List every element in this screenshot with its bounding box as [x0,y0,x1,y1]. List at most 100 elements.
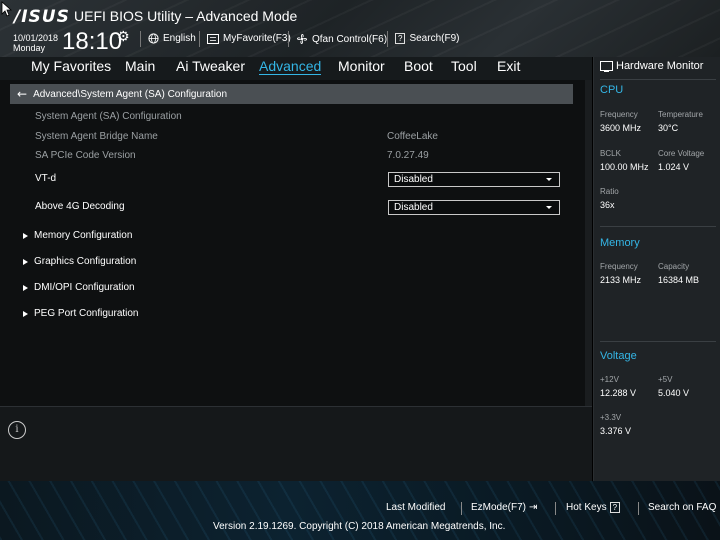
info-label: SA PCIe Code Version [35,150,136,161]
memory-capacity-value: 16384 MB [658,275,700,285]
main-menu-bar: My Favorites Main Ai Tweaker Advanced Mo… [0,57,592,81]
info-label: System Agent Bridge Name [35,131,158,142]
tab-advanced[interactable]: Advanced [259,58,322,75]
header-divider [288,31,289,47]
memory-frequency-label: Frequency [600,262,638,271]
submenu-arrow-icon [23,258,28,265]
title-bar: /ISUS UEFI BIOS Utility – Advanced Mode … [0,0,720,57]
core-voltage-value: 1.024 V [658,162,690,172]
qfan-control-button[interactable]: Qfan Control(F6) [296,33,387,45]
favorite-icon [207,33,219,44]
core-voltage-label: Core Voltage [658,149,705,158]
ratio-value: 36x [600,200,615,210]
v33-value: 3.376 V [600,426,632,436]
gear-icon[interactable]: ⚙ [117,29,130,45]
submenu-label: DMI/OPI Configuration [34,282,135,293]
cpu-heading: CPU [600,84,624,96]
header-divider [387,31,388,47]
app-title: UEFI BIOS Utility – Advanced Mode [74,8,298,24]
hotkeys-button[interactable]: Hot Keys ? [566,502,621,513]
monitor-icon [600,61,613,72]
submenu-label: Memory Configuration [34,230,133,241]
bclk-value: 100.00 MHz [600,162,649,172]
language-button[interactable]: English [148,33,196,44]
submenu-arrow-icon [23,284,28,291]
globe-icon [148,33,159,44]
search-help-icon: ? [395,33,406,44]
qfan-label: Qfan Control(F6) [312,33,388,45]
help-key-icon: ? [609,502,621,513]
fan-icon [297,34,307,44]
hardware-monitor-panel: Hardware Monitor CPU Frequency Temperatu… [593,57,720,481]
divider [600,79,716,80]
v12-label: +12V [600,375,619,384]
hardware-monitor-label: Hardware Monitor [616,60,704,72]
cpu-frequency-value: 3600 MHz [600,123,642,133]
header-divider [199,31,200,47]
divider [600,341,716,342]
footer-divider [555,502,556,515]
tab-exit[interactable]: Exit [497,58,520,74]
submenu-label: Graphics Configuration [34,256,137,267]
exit-arrow-icon: ⇥ [529,502,538,513]
divider [600,226,716,227]
footer-bar: Last Modified EzMode(F7) ⇥ Hot Keys ? Se… [0,481,720,540]
cpu-temperature-value: 30°C [658,123,679,133]
above-4g-label: Above 4G Decoding [35,201,125,212]
search-button[interactable]: ? Search(F9) [395,33,459,44]
footer-divider [461,502,462,515]
memory-frequency-value: 2133 MHz [600,275,642,285]
memory-capacity-label: Capacity [658,262,690,271]
section-title: System Agent (SA) Configuration [35,111,182,122]
info-icon: i [8,421,26,439]
asus-logo: /ISUS [14,7,70,27]
copyright-text: Version 2.19.1269. Copyright (C) 2018 Am… [213,521,506,532]
bclk-label: BCLK [600,149,621,158]
help-panel: i [0,406,592,482]
submenu-label: PEG Port Configuration [34,308,139,319]
v5-value: 5.040 V [658,388,690,398]
search-label: Search(F9) [409,33,460,44]
clock: 18:10 [62,28,123,55]
myfavorite-button[interactable]: MyFavorite(F3) [207,33,291,44]
submenu-arrow-icon [23,310,28,317]
last-modified-button[interactable]: Last Modified [386,502,445,513]
memory-heading: Memory [600,237,640,249]
voltage-heading: Voltage [600,350,637,362]
search-faq-button[interactable]: Search on FAQ [648,502,716,513]
vtd-label: VT-d [35,173,57,184]
footer-divider [638,502,639,515]
submenu-memory-configuration[interactable]: Memory Configuration [23,230,132,241]
breadcrumb[interactable]: ← Advanced\System Agent (SA) Configurati… [10,84,573,104]
cpu-frequency-label: Frequency [600,110,638,119]
tab-my-favorites[interactable]: My Favorites [31,58,111,74]
ezmode-button[interactable]: EzMode(F7) ⇥ [471,502,537,513]
vtd-value: Disabled [394,174,433,185]
info-value: CoffeeLake [387,131,438,142]
submenu-peg-port-configuration[interactable]: PEG Port Configuration [23,308,139,319]
submenu-arrow-icon [23,232,28,239]
tab-ai-tweaker[interactable]: Ai Tweaker [176,58,245,74]
v33-label: +3.3V [600,413,622,422]
tab-boot[interactable]: Boot [404,58,433,74]
ezmode-label: EzMode(F7) [471,502,527,513]
hotkeys-label: Hot Keys [566,502,607,513]
breadcrumb-path: Advanced\System Agent (SA) Configuration [33,88,228,100]
tab-main[interactable]: Main [125,58,155,74]
myfavorite-label: MyFavorite(F3) [223,33,291,44]
above-4g-value: Disabled [394,202,433,213]
cpu-temperature-label: Temperature [658,110,703,119]
scrollbar[interactable] [585,80,592,406]
dropdown-caret-icon [546,178,552,181]
back-arrow-icon[interactable]: ← [17,87,27,101]
tab-monitor[interactable]: Monitor [338,58,385,74]
above-4g-select[interactable]: Disabled [388,200,560,215]
vtd-select[interactable]: Disabled [388,172,560,187]
date-label: 10/01/2018 [13,33,59,43]
tab-tool[interactable]: Tool [451,58,477,74]
submenu-graphics-configuration[interactable]: Graphics Configuration [23,256,136,267]
hardware-monitor-title: Hardware Monitor [600,60,703,72]
v12-value: 12.288 V [600,388,637,398]
info-value: 7.0.27.49 [387,150,429,161]
submenu-dmi-opi-configuration[interactable]: DMI/OPI Configuration [23,282,135,293]
